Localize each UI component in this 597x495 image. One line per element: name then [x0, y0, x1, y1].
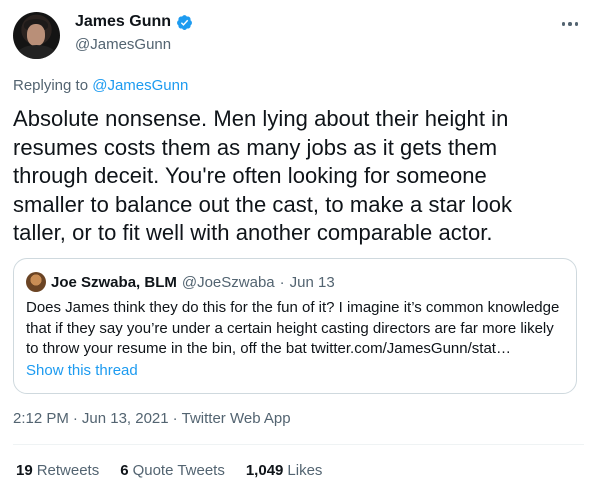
- tweet-source-app[interactable]: Twitter Web App: [182, 410, 291, 427]
- quoted-tweet-text: Does James think they do this for the fu…: [26, 298, 566, 360]
- author-avatar[interactable]: [13, 12, 60, 59]
- tweet-text-line: smaller to balance out the cast, to make…: [13, 191, 513, 217]
- quoted-author-handle: @JoeSzwaba: [181, 273, 275, 291]
- quoted-author-name: Joe Szwaba, BLM: [51, 273, 177, 291]
- quoted-separator: ·: [279, 273, 285, 291]
- tweet-detail: James Gunn @JamesGunn Replying to @James…: [0, 0, 597, 495]
- tweet-text-line: resumes costs them as many jobs as it ge…: [13, 134, 498, 160]
- more-options-icon[interactable]: [558, 18, 582, 30]
- avatar-face: [27, 24, 45, 46]
- retweets-label: Retweets: [36, 462, 100, 479]
- tweet-text-line: taller, or to fit well with another comp…: [13, 220, 493, 245]
- meta-separator: ·: [172, 410, 178, 427]
- quoted-text-line: to throw your resume in the bin, off the…: [26, 340, 511, 357]
- replying-target-link[interactable]: @JamesGunn: [92, 77, 188, 94]
- meta-separator: ·: [72, 410, 78, 427]
- quoted-text-line: Does James think they do this for the fu…: [26, 299, 560, 316]
- author-name-row[interactable]: James Gunn: [75, 13, 193, 31]
- author-handle[interactable]: @JamesGunn: [75, 36, 171, 53]
- likes-label: Likes: [287, 462, 323, 479]
- quoted-tweet[interactable]: Joe Szwaba, BLM @JoeSzwaba · Jun 13 Does…: [13, 258, 577, 394]
- replying-to: Replying to @JamesGunn: [13, 77, 188, 94]
- tweet-text: Absolute nonsense. Men lying about their…: [13, 105, 583, 248]
- more-dot: [561, 22, 566, 26]
- quote-tweets-stat[interactable]: 6 Quote Tweets: [120, 462, 225, 479]
- quoted-date: Jun 13: [289, 273, 335, 291]
- quoted-author-avatar: [26, 272, 46, 292]
- quoted-tweet-header: Joe Szwaba, BLM @JoeSzwaba · Jun 13: [26, 272, 335, 292]
- tweet-date[interactable]: Jun 13, 2021: [82, 410, 169, 427]
- avatar-shirt: [17, 45, 56, 59]
- tweet-text-line: through deceit. You're often looking for…: [13, 163, 487, 188]
- likes-stat[interactable]: 1,049 Likes: [246, 462, 323, 479]
- divider: [13, 444, 584, 445]
- tweet-metadata: 2:12 PM · Jun 13, 2021 · Twitter Web App: [13, 410, 291, 427]
- replying-prefix: Replying to: [13, 77, 89, 94]
- retweets-stat[interactable]: 19 Retweets: [16, 462, 99, 479]
- retweets-count: 19: [16, 462, 33, 479]
- more-dot: [574, 22, 579, 26]
- verified-badge-icon: [177, 14, 192, 30]
- tweet-text-line: Absolute nonsense. Men lying about their…: [13, 106, 509, 131]
- engagement-stats: 19 Retweets 6 Quote Tweets 1,049 Likes: [16, 462, 343, 479]
- more-dot: [568, 22, 572, 26]
- quote-tweets-label: Quote Tweets: [132, 462, 225, 479]
- quoted-text-line: that if they say you’re under a certain …: [26, 319, 554, 337]
- likes-count: 1,049: [245, 462, 284, 479]
- show-thread-link[interactable]: Show this thread: [26, 362, 138, 379]
- quote-tweets-count: 6: [120, 462, 129, 479]
- author-display-name[interactable]: James Gunn: [75, 13, 171, 31]
- tweet-time[interactable]: 2:12 PM: [13, 410, 69, 427]
